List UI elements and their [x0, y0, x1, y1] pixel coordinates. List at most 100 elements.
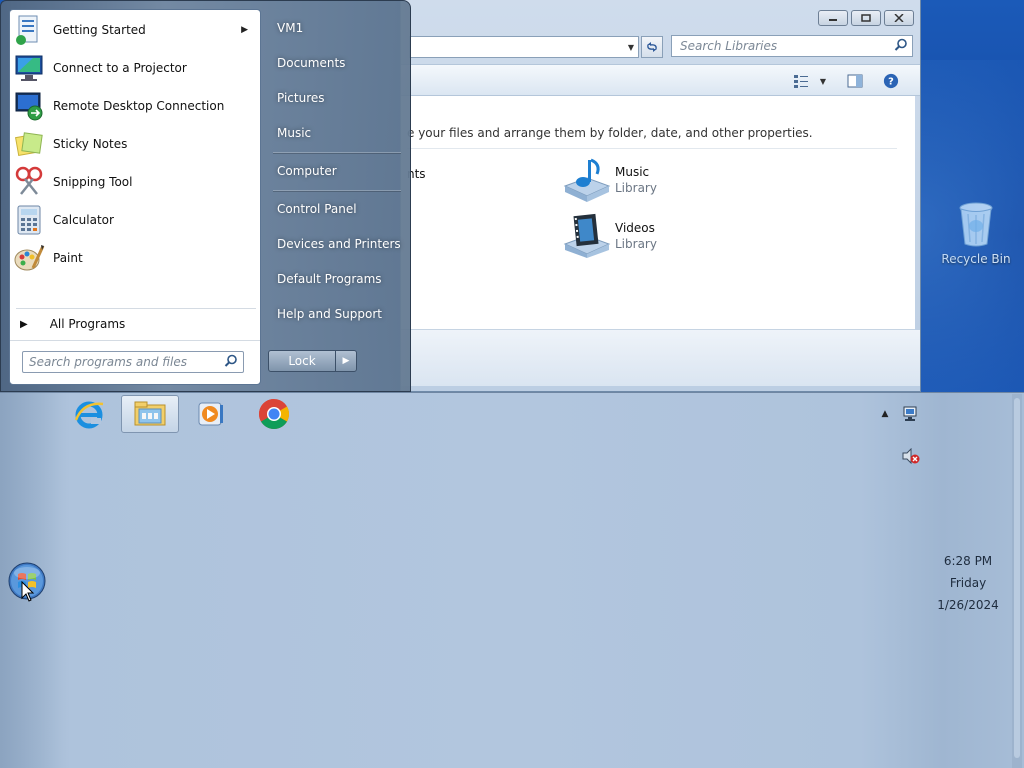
right-item-devices-printers[interactable]: Devices and Printers — [267, 230, 403, 258]
clock-day: Friday — [949, 576, 987, 590]
start-button[interactable] — [8, 562, 46, 602]
program-snipping-tool[interactable]: Snipping Tool — [10, 164, 260, 200]
right-item-label: Default Programs — [277, 272, 382, 286]
close-button[interactable] — [884, 10, 914, 26]
right-item-pictures[interactable]: Pictures — [267, 84, 403, 112]
program-label: Connect to a Projector — [53, 61, 187, 75]
start-search-placeholder: Search programs and files — [29, 355, 187, 369]
window-controls — [818, 10, 914, 26]
lock-label: Lock — [288, 354, 316, 368]
chevron-right-icon: ▶ — [342, 356, 350, 366]
explorer-window: ▼ Search Libraries ▼ ? e your files and … — [400, 0, 921, 392]
snipping-tool-icon — [13, 166, 45, 198]
program-label: Getting Started — [53, 23, 146, 37]
right-divider — [273, 190, 401, 192]
start-search-input[interactable]: Search programs and files — [22, 351, 244, 373]
command-bar: ▼ ? — [401, 64, 920, 96]
system-clock[interactable]: 6:28 PM Friday 1/26/2024 — [930, 550, 1006, 616]
refresh-icon — [647, 42, 657, 52]
right-item-label: VM1 — [277, 21, 304, 35]
shutdown-options-button[interactable]: ▶ — [335, 350, 357, 372]
right-item-label: Documents — [277, 56, 346, 70]
program-remote-desktop[interactable]: Remote Desktop Connection — [10, 88, 260, 124]
program-label: Snipping Tool — [53, 175, 133, 189]
right-item-label: Devices and Printers — [277, 237, 401, 251]
library-type: Library — [615, 237, 657, 251]
show-hidden-icons-button[interactable]: ▲ — [878, 407, 892, 421]
getting-started-icon — [13, 14, 45, 46]
preview-pane-icon[interactable] — [847, 73, 863, 89]
search-libraries-placeholder: Search Libraries — [680, 39, 778, 53]
refresh-button[interactable] — [641, 36, 663, 58]
taskbar-internet-explorer[interactable] — [60, 395, 118, 433]
libraries-description: e your files and arrange them by folder,… — [407, 126, 813, 140]
libraries-content: e your files and arrange them by folder,… — [401, 96, 915, 330]
program-label: Paint — [53, 251, 83, 265]
internet-explorer-icon — [74, 401, 104, 429]
music-library-icon — [561, 156, 613, 204]
all-programs-button[interactable]: ▶ All Programs — [20, 314, 125, 334]
view-options-icon[interactable] — [793, 73, 809, 89]
right-item-label: Pictures — [277, 91, 325, 105]
library-type: Library — [615, 181, 657, 195]
minimize-button[interactable] — [818, 10, 848, 26]
taskbar-windows-explorer[interactable] — [121, 395, 179, 433]
projector-icon — [13, 52, 45, 84]
program-connect-projector[interactable]: Connect to a Projector — [10, 50, 260, 86]
videos-library-icon — [561, 212, 613, 260]
remote-desktop-icon — [13, 90, 45, 122]
taskbar: ▲ — [0, 392, 1024, 768]
search-icon[interactable] — [224, 354, 238, 371]
search-icon[interactable] — [894, 38, 908, 55]
sticky-notes-icon — [13, 128, 45, 160]
right-item-default-programs[interactable]: Default Programs — [267, 265, 403, 293]
library-name: Videos — [615, 221, 655, 235]
all-programs-label: All Programs — [49, 317, 126, 331]
calculator-icon — [13, 204, 45, 236]
search-libraries-input[interactable]: Search Libraries — [671, 35, 913, 57]
help-icon[interactable]: ? — [883, 73, 899, 89]
right-item-help-support[interactable]: Help and Support — [267, 300, 403, 328]
all-programs-arrow-icon: ▶ — [20, 318, 28, 330]
content-divider — [407, 148, 897, 149]
start-menu: Getting Started ▶ Connect to a Projector… — [0, 0, 411, 392]
scrollbar[interactable] — [1012, 394, 1022, 768]
library-name: Music — [615, 165, 650, 179]
network-icon[interactable] — [900, 405, 922, 423]
submenu-arrow-icon: ▶ — [241, 25, 248, 35]
view-dropdown-icon[interactable]: ▼ — [815, 73, 831, 89]
right-item-music[interactable]: Music — [267, 119, 403, 147]
right-item-computer[interactable]: Computer — [267, 157, 403, 185]
program-label: Calculator — [53, 213, 114, 227]
clock-time: 6:28 PM — [943, 554, 993, 568]
program-label: Remote Desktop Connection — [53, 99, 225, 113]
program-paint[interactable]: Paint — [10, 240, 260, 276]
recycle-bin-label: Recycle Bin — [941, 252, 1011, 266]
search-divider — [10, 340, 260, 341]
address-dropdown-icon[interactable]: ▼ — [623, 36, 639, 58]
clock-date: 1/26/2024 — [937, 598, 999, 612]
svg-text:?: ? — [888, 77, 894, 88]
maximize-button[interactable] — [851, 10, 881, 26]
right-item-control-panel[interactable]: Control Panel — [267, 195, 403, 223]
folder-icon — [134, 401, 166, 426]
recycle-bin[interactable]: Recycle Bin — [940, 200, 1012, 266]
address-bar[interactable] — [409, 36, 639, 58]
taskbar-chrome[interactable] — [245, 395, 303, 433]
chrome-icon — [258, 399, 290, 430]
right-item-label: Control Panel — [277, 202, 357, 216]
recycle-bin-icon — [958, 200, 994, 248]
program-sticky-notes[interactable]: Sticky Notes — [10, 126, 260, 162]
right-divider — [273, 152, 401, 154]
program-getting-started[interactable]: Getting Started ▶ — [10, 12, 260, 48]
right-item-documents[interactable]: Documents — [267, 49, 403, 77]
library-item-videos[interactable]: Videos Library — [561, 212, 657, 260]
mouse-cursor-icon — [21, 581, 35, 602]
program-calculator[interactable]: Calculator — [10, 202, 260, 238]
speaker-muted-icon[interactable] — [900, 447, 922, 465]
right-item-vm1[interactable]: VM1 — [267, 14, 403, 42]
library-item-music[interactable]: Music Library — [561, 156, 657, 204]
taskbar-media-player[interactable] — [182, 395, 240, 433]
details-pane — [401, 330, 920, 386]
lock-button[interactable]: Lock — [268, 350, 336, 372]
